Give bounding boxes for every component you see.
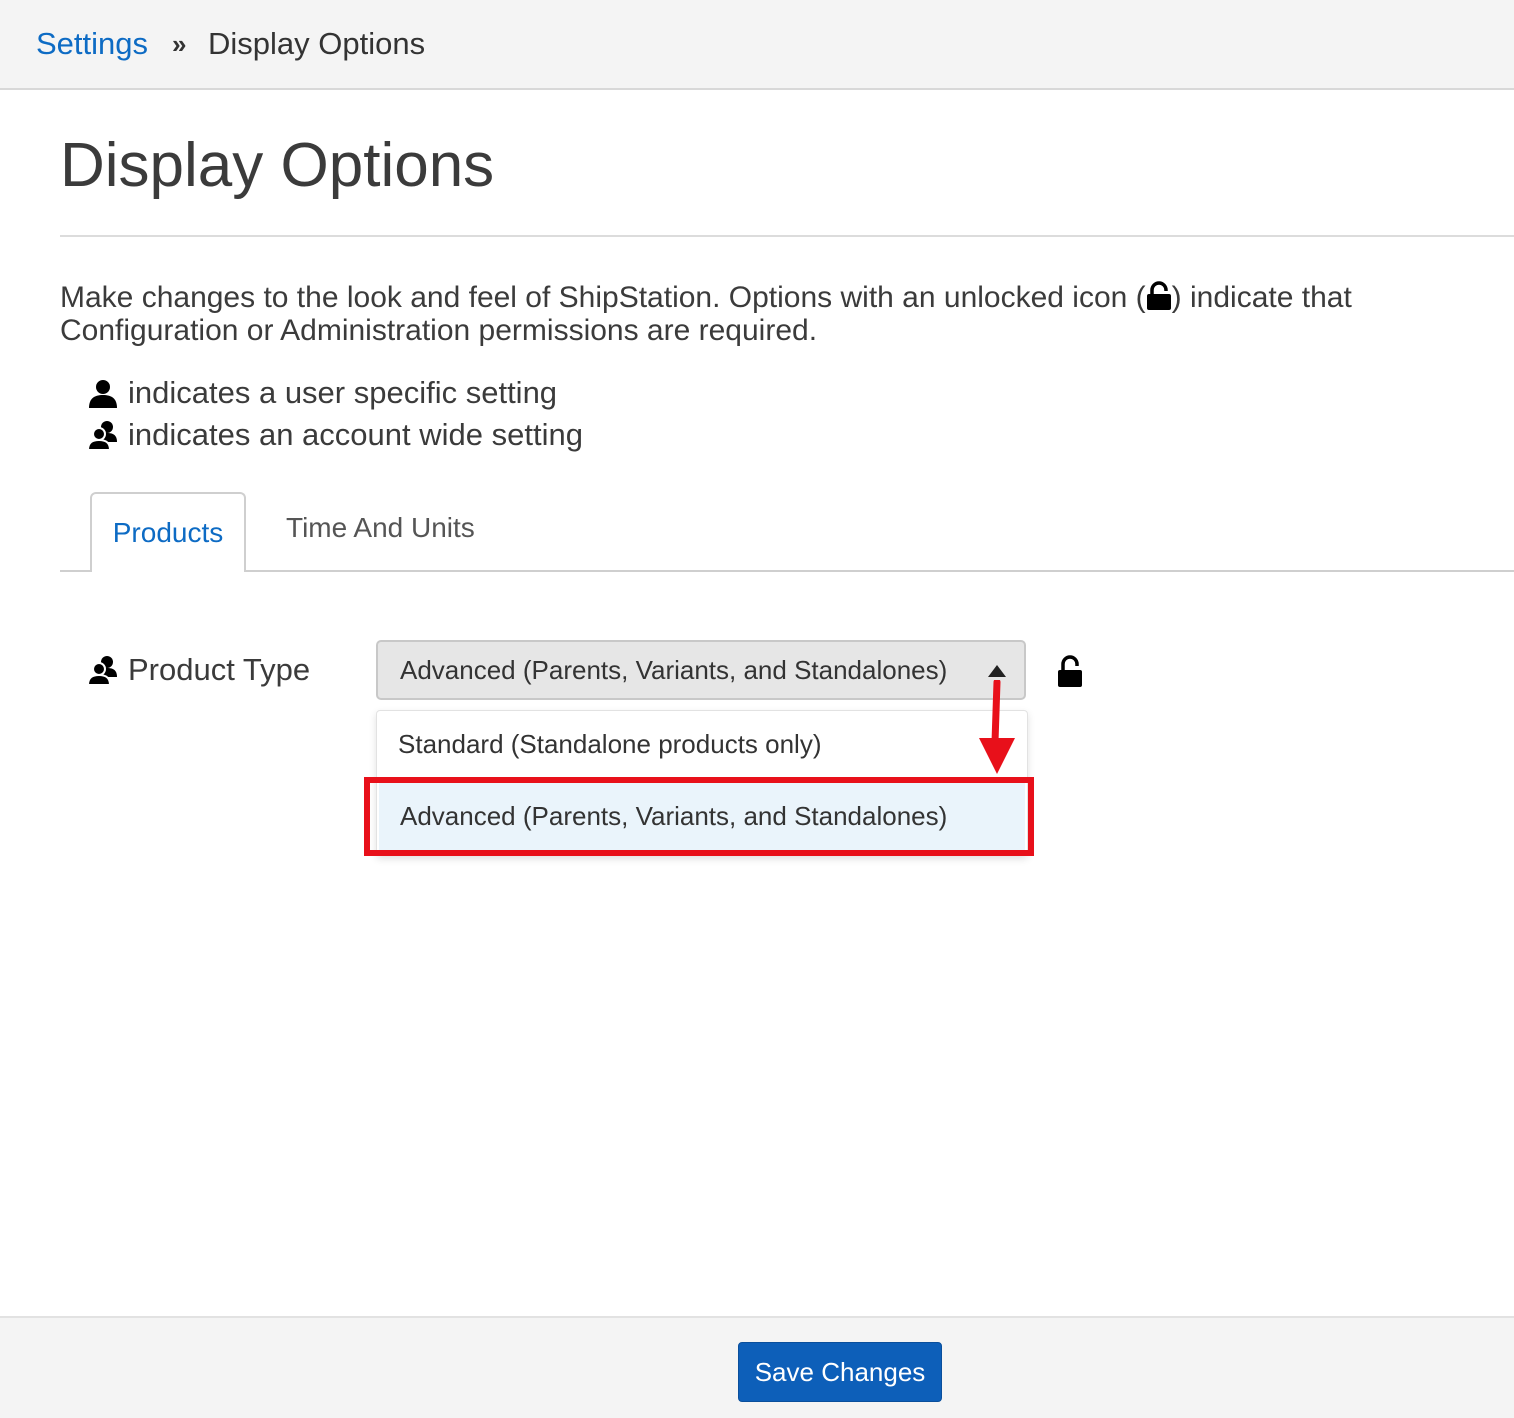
page-description: Make changes to the look and feel of Shi…: [60, 281, 1480, 347]
users-icon: [88, 421, 117, 450]
save-changes-button[interactable]: Save Changes: [738, 1342, 942, 1402]
breadcrumb-settings-link[interactable]: Settings: [36, 26, 148, 62]
product-type-label-text: Product Type: [128, 652, 311, 687]
footer-bar: Save Changes: [0, 1316, 1514, 1418]
product-type-label: Product Type: [88, 652, 310, 688]
legend-user-specific: indicates a user specific setting: [88, 375, 557, 411]
tab-products[interactable]: Products: [90, 492, 246, 572]
caret-up-icon: [988, 665, 1006, 677]
unlock-icon: [1146, 281, 1171, 310]
page-title: Display Options: [60, 131, 495, 200]
legend-account-text: indicates an account wide setting: [128, 417, 583, 452]
unlock-icon: [1058, 655, 1082, 687]
users-icon: [88, 656, 117, 685]
product-type-select[interactable]: Advanced (Parents, Variants, and Standal…: [376, 640, 1026, 700]
option-advanced[interactable]: Advanced (Parents, Variants, and Standal…: [379, 781, 1025, 851]
product-type-selected-value: Advanced (Parents, Variants, and Standal…: [400, 655, 948, 685]
breadcrumb: Settings » Display Options: [0, 0, 1514, 90]
legend-account-wide: indicates an account wide setting: [88, 417, 583, 453]
legend-user-text: indicates a user specific setting: [128, 375, 558, 410]
description-text-1: Make changes to the look and feel of Shi…: [60, 281, 1146, 314]
tabs-divider: [60, 570, 1514, 572]
product-type-dropdown: Standard (Standalone products only) Adva…: [376, 710, 1028, 856]
breadcrumb-separator: »: [172, 29, 187, 59]
tab-time-and-units[interactable]: Time And Units: [286, 512, 475, 544]
user-icon: [89, 380, 117, 408]
breadcrumb-current: Display Options: [208, 26, 426, 61]
option-standard[interactable]: Standard (Standalone products only): [377, 729, 1027, 760]
title-divider: [60, 235, 1514, 237]
